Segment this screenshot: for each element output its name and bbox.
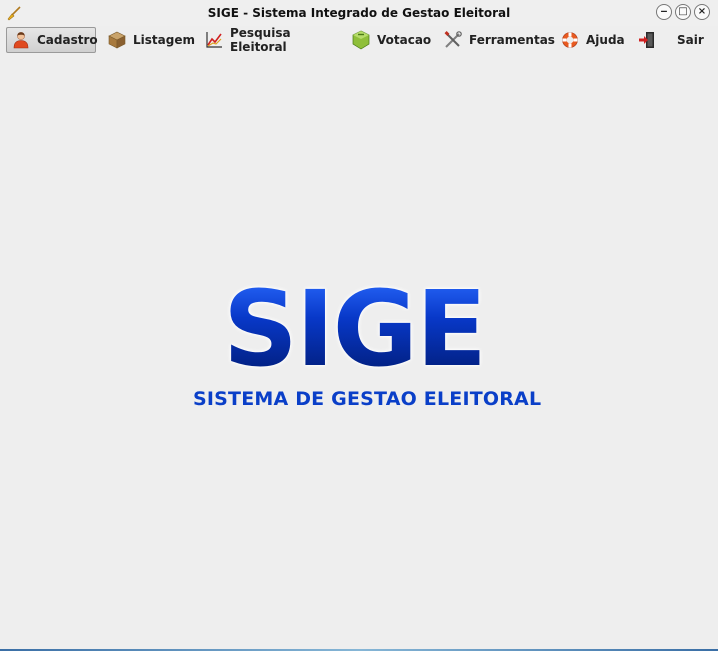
close-button[interactable]: × [694, 4, 710, 20]
user-icon [13, 32, 29, 49]
menu-bar: Cadastro Listagem Pesquisa Eleitoral Vot… [0, 26, 718, 58]
tools-icon [444, 31, 462, 48]
title-bar: SIGE - Sistema Integrado de Gestao Eleit… [0, 0, 718, 26]
exit-door-icon [639, 32, 654, 48]
minimize-button[interactable]: ‒ [656, 4, 672, 20]
menu-item-ferramentas[interactable]: Ferramentas [439, 27, 555, 53]
menu-item-label: Votacao [377, 33, 432, 47]
menu-item-cadastro[interactable]: Cadastro [6, 27, 98, 53]
menu-item-label: Pesquisa Eleitoral [230, 26, 291, 54]
menu-item-sair[interactable]: Sair [633, 27, 704, 53]
menu-item-ajuda[interactable]: Ajuda [556, 27, 626, 53]
maximize-button[interactable]: □ [675, 4, 691, 20]
ballot-box-icon [352, 30, 370, 50]
window-controls: ‒ □ × [656, 4, 712, 22]
logo-title: SIGE [209, 274, 499, 384]
box-icon [108, 31, 126, 49]
menu-item-label: Ferramentas [469, 33, 555, 47]
menu-item-label: Cadastro [37, 33, 98, 47]
menu-item-label: Listagem [133, 33, 195, 47]
lifebuoy-icon [562, 32, 578, 48]
logo-subtitle: SISTEMA DE GESTAO ELEITORAL [193, 388, 542, 410]
menu-item-pesquisa-eleitoral[interactable]: Pesquisa Eleitoral [200, 26, 342, 54]
menu-item-votacao[interactable]: Votacao [347, 27, 435, 53]
menu-item-label: Sair [677, 33, 704, 47]
window-title: SIGE - Sistema Integrado de Gestao Eleit… [207, 6, 511, 20]
menu-item-label: Ajuda [586, 33, 625, 47]
sige-logo: SIGE SISTEMA DE GESTAO ELEITORAL [193, 274, 542, 412]
menu-item-listagem[interactable]: Listagem [103, 27, 195, 53]
chart-icon [206, 32, 222, 48]
